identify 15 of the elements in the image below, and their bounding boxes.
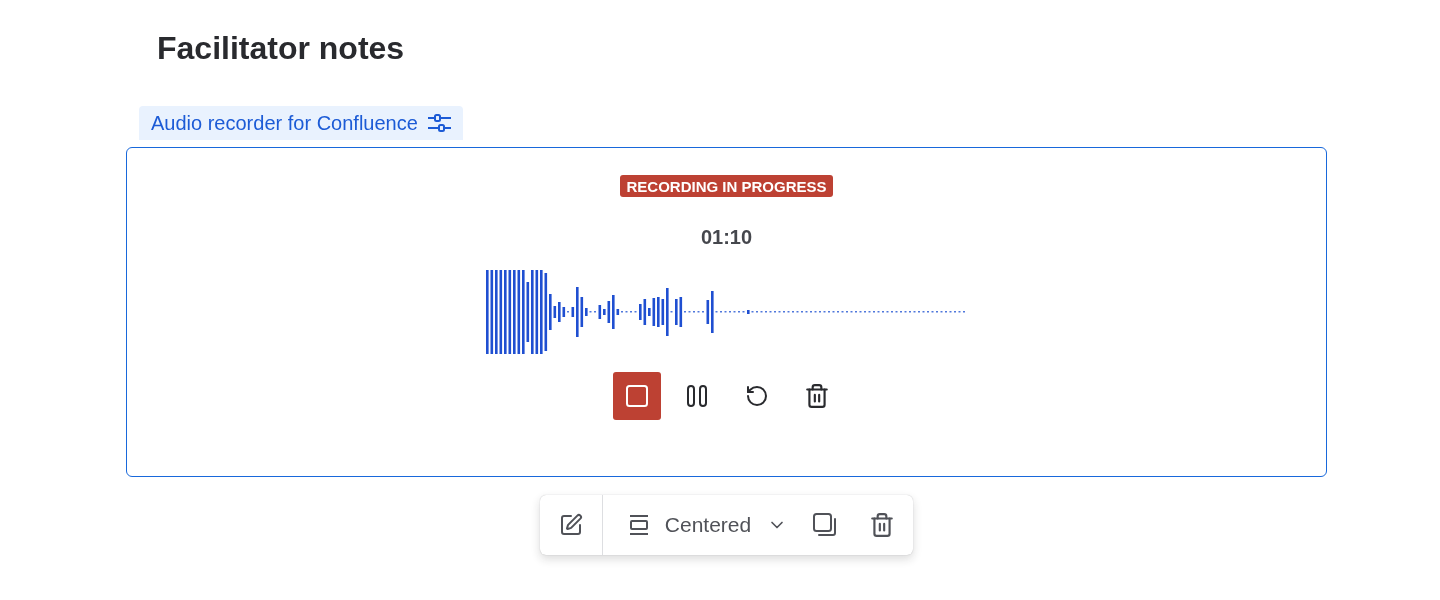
macro-label[interactable]: Audio recorder for Confluence xyxy=(139,106,463,140)
trash-icon xyxy=(803,383,830,409)
trash-icon xyxy=(869,512,896,538)
align-center-icon xyxy=(628,515,649,535)
stop-icon xyxy=(625,385,648,407)
status-badge: RECORDING IN PROGRESS xyxy=(620,175,833,197)
copy-icon xyxy=(813,513,838,537)
sliders-icon xyxy=(426,113,452,133)
restart-icon xyxy=(744,384,769,408)
page-title: Facilitator notes xyxy=(157,29,405,68)
layout-dropdown[interactable]: Centered xyxy=(624,505,796,545)
edit-icon xyxy=(558,513,583,537)
elapsed-time: 01:10 xyxy=(700,225,753,249)
pause-icon xyxy=(686,385,707,407)
stop-button[interactable] xyxy=(612,372,661,420)
